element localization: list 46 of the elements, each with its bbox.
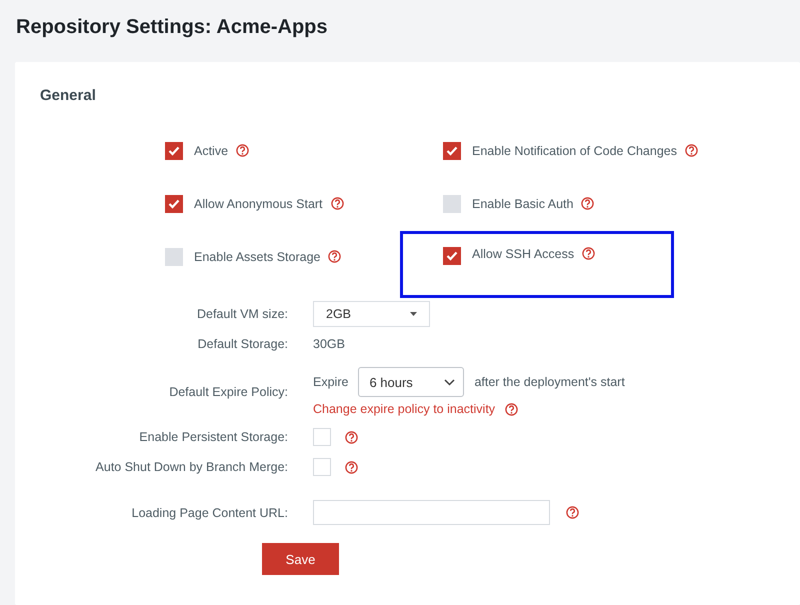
page-title: Repository Settings: Acme-Apps — [15, 15, 329, 40]
help-icon[interactable] — [685, 144, 698, 157]
expire-prefix: Expire — [313, 375, 348, 389]
checkbox[interactable] — [443, 247, 461, 265]
checkbox[interactable] — [165, 142, 183, 160]
check-icon — [446, 146, 458, 156]
check-icon — [168, 146, 180, 156]
change-policy-link[interactable]: Change expire policy to inactivity — [313, 402, 496, 416]
checkbox[interactable] — [313, 428, 331, 446]
option-label: Enable Basic Auth — [472, 196, 574, 210]
field-label: Enable Persistent Storage: — [138, 430, 288, 444]
checkbox[interactable] — [443, 194, 461, 212]
help-icon[interactable] — [566, 506, 579, 519]
save-button[interactable]: Save — [262, 543, 339, 575]
help-icon[interactable] — [330, 197, 344, 210]
storage-value: 30GB — [313, 337, 345, 351]
field-label: Default Expire Policy: — [168, 384, 288, 398]
checkbox[interactable] — [165, 194, 183, 212]
checkbox[interactable] — [443, 142, 461, 160]
checkbox[interactable] — [165, 248, 183, 266]
checkbox[interactable] — [313, 458, 331, 476]
field-label: Default Storage: — [196, 337, 288, 351]
field-label: Auto Shut Down by Branch Merge: — [94, 460, 288, 474]
help-icon[interactable] — [345, 460, 358, 474]
help-icon[interactable] — [328, 250, 342, 263]
vm-size-select[interactable]: 2GB — [313, 301, 430, 327]
help-icon[interactable] — [582, 247, 596, 260]
option-label: Allow SSH Access — [472, 247, 574, 261]
check-icon — [168, 198, 180, 208]
field-label: Default VM size: — [196, 307, 288, 321]
help-icon[interactable] — [345, 430, 358, 444]
option-label: Enable Notification of Code Changes — [472, 144, 677, 158]
option-label: Enable Assets Storage — [194, 250, 320, 264]
caret-icon — [410, 312, 417, 316]
field-label: Loading Page Content URL: — [130, 506, 288, 520]
expire-suffix: after the deployment's start — [474, 375, 625, 389]
check-icon — [446, 251, 458, 261]
help-icon[interactable] — [581, 197, 594, 210]
section-title: General — [40, 86, 97, 106]
help-icon[interactable] — [505, 402, 518, 416]
option-label: Active — [194, 144, 228, 158]
url-input-field[interactable] — [313, 500, 550, 525]
expire-select[interactable]: 6 hours — [358, 367, 464, 397]
help-icon[interactable] — [236, 144, 250, 157]
chevron-down-icon — [444, 378, 456, 386]
option-label: Allow Anonymous Start — [194, 196, 323, 210]
